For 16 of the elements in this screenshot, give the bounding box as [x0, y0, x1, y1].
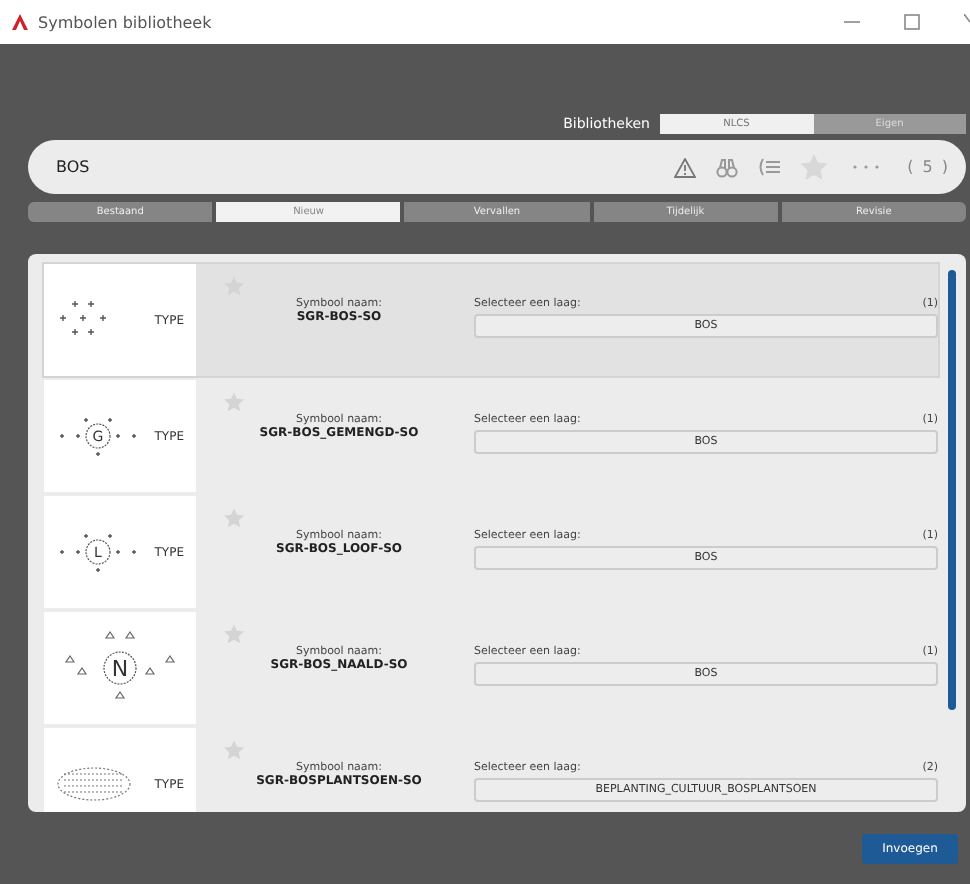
more-icon[interactable] — [851, 164, 880, 170]
search-bar[interactable]: BOS ( 5 ) — [28, 140, 966, 194]
scrollbar-thumb[interactable] — [948, 270, 956, 710]
favorite-star-icon[interactable] — [224, 740, 244, 760]
window-title: Symbolen bibliotheek — [38, 13, 212, 31]
hatched-area-icon — [56, 764, 132, 804]
app-logo-icon — [12, 14, 28, 30]
result-count: ( 5 ) — [907, 158, 950, 176]
list-icon[interactable] — [757, 158, 780, 176]
binoculars-icon[interactable] — [715, 157, 738, 177]
favorite-star-icon[interactable] — [224, 624, 244, 644]
warning-icon[interactable] — [673, 157, 696, 177]
favorite-star-icon[interactable] — [224, 392, 244, 412]
search-value: BOS — [56, 158, 92, 176]
favorite-star-icon[interactable] — [224, 508, 244, 528]
maximize-icon[interactable] — [904, 14, 920, 30]
